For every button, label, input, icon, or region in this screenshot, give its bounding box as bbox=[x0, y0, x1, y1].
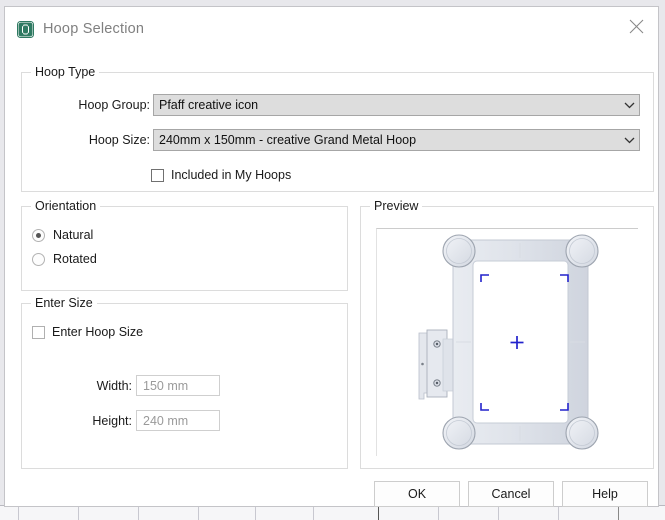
orientation-natural-label: Natural bbox=[53, 228, 94, 242]
chevron-down-icon bbox=[620, 95, 639, 115]
help-button[interactable]: Help bbox=[562, 481, 648, 507]
dialog-titlebar: Hoop Selection bbox=[5, 7, 658, 50]
background-tick bbox=[198, 507, 199, 520]
enter-hoop-size-checkbox[interactable]: Enter Hoop Size bbox=[32, 325, 143, 339]
background-tick bbox=[255, 507, 256, 520]
dialog-title: Hoop Selection bbox=[43, 21, 145, 37]
hoop-size-label: Hoop Size: bbox=[88, 133, 150, 147]
background-tick bbox=[378, 507, 379, 520]
hoop-type-legend: Hoop Type bbox=[31, 65, 100, 79]
orientation-rotated-label: Rotated bbox=[53, 252, 97, 266]
height-label: Height: bbox=[92, 414, 132, 428]
background-tick bbox=[438, 507, 439, 520]
background-tick bbox=[313, 507, 314, 520]
chevron-down-icon bbox=[620, 130, 639, 150]
hoop-type-group: Hoop Type Hoop Group: Pfaff creative ico… bbox=[21, 65, 654, 192]
orientation-radio-rotated[interactable]: Rotated bbox=[32, 252, 97, 266]
preview-legend: Preview bbox=[370, 199, 423, 213]
hoop-group-select[interactable]: Pfaff creative icon bbox=[153, 94, 640, 116]
height-input[interactable]: 240 mm bbox=[136, 410, 220, 431]
background-statusbar bbox=[0, 505, 665, 520]
orientation-group: Orientation Natural Rotated bbox=[21, 199, 348, 291]
radio-circle bbox=[32, 228, 45, 242]
checkbox-box bbox=[32, 325, 45, 339]
orientation-radio-natural[interactable]: Natural bbox=[32, 228, 93, 242]
hoop-size-select[interactable]: 240mm x 150mm - creative Grand Metal Hoo… bbox=[153, 129, 640, 151]
included-in-my-hoops-checkbox[interactable]: Included in My Hoops bbox=[151, 168, 291, 182]
cancel-button[interactable]: Cancel bbox=[468, 481, 554, 507]
width-label: Width: bbox=[96, 379, 132, 393]
hoop-group-label: Hoop Group: bbox=[78, 98, 150, 112]
hoop-icon bbox=[17, 21, 34, 38]
embroidery-hoop-graphic bbox=[418, 234, 599, 450]
width-input[interactable]: 150 mm bbox=[136, 375, 220, 396]
enter-size-group: Enter Size Enter Hoop Size Width: 150 mm… bbox=[21, 296, 348, 469]
preview-canvas bbox=[376, 228, 638, 456]
background-tick bbox=[18, 507, 19, 520]
background-tick bbox=[618, 507, 619, 520]
checkbox-box bbox=[151, 168, 164, 182]
hoop-group-value: Pfaff creative icon bbox=[159, 98, 259, 112]
included-in-my-hoops-label: Included in My Hoops bbox=[171, 168, 292, 182]
orientation-legend: Orientation bbox=[31, 199, 101, 213]
enter-hoop-size-label: Enter Hoop Size bbox=[52, 325, 144, 339]
close-icon[interactable] bbox=[614, 7, 658, 45]
ok-button[interactable]: OK bbox=[374, 481, 460, 507]
background-tick bbox=[558, 507, 559, 520]
background-tick bbox=[78, 507, 79, 520]
radio-circle bbox=[32, 252, 45, 266]
hoop-selection-dialog: Hoop Selection Hoop Type Hoop Group: Pfa… bbox=[4, 6, 659, 507]
hoop-size-value: 240mm x 150mm - creative Grand Metal Hoo… bbox=[159, 133, 417, 147]
preview-group: Preview bbox=[360, 199, 654, 469]
background-tick bbox=[498, 507, 499, 520]
background-tick bbox=[138, 507, 139, 520]
enter-size-legend: Enter Size bbox=[31, 296, 97, 310]
